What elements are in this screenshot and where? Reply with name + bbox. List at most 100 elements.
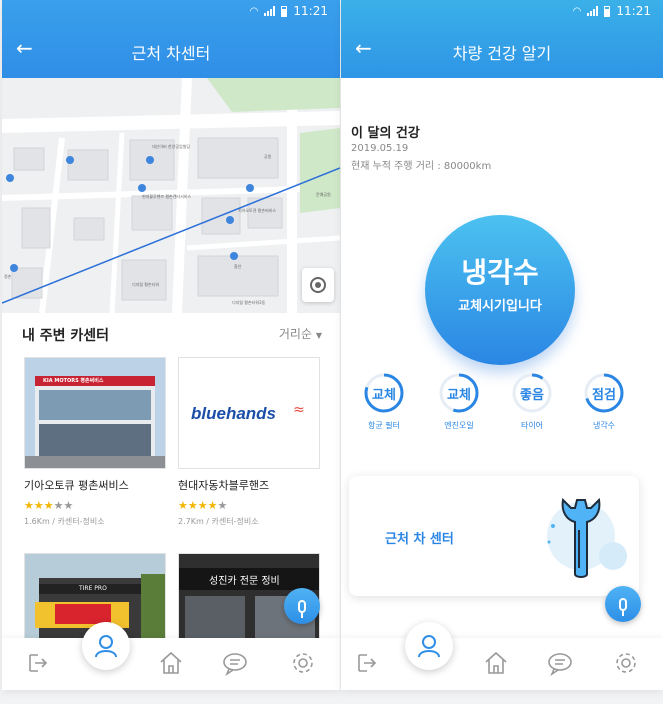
nearby-section-header: 내 주변 카센터 거리순 ▼ (2, 313, 340, 353)
car-center-card[interactable]: KIA MOTORS 평촌써비스 기아오토큐 평촌써비스 ★★★★★ 1.6Km… (24, 357, 166, 527)
voice-input-button[interactable] (605, 586, 641, 622)
tab-chat[interactable] (222, 650, 248, 677)
section-title: 내 주변 카센터 (22, 328, 110, 344)
screen-vehicle-health: ◠ 11:21 ← 차량 건강 알기 이 달의 건강 2019.05.19 현재… (341, 0, 663, 690)
sort-dropdown[interactable]: 거리순 ▼ (279, 325, 322, 342)
card-name: 기아오토큐 평촌써비스 (24, 479, 129, 492)
page-title: 근처 차센터 (131, 44, 211, 63)
card-name: 현대자동차블루핸즈 (178, 479, 270, 492)
signal-icon (264, 6, 276, 16)
bottom-tab-bar (341, 622, 663, 690)
user-icon (95, 635, 117, 658)
crosshair-icon (310, 277, 326, 293)
health-date: 2019.05.19 (351, 143, 409, 154)
wifi-icon: ◠ (572, 5, 582, 17)
svg-text:문예공원: 문예공원 (316, 191, 331, 197)
gauge-value: 점검 (592, 388, 616, 403)
gauge-ring: 점검 (583, 372, 625, 414)
status-main-text: 냉각수 (461, 256, 539, 289)
bluehands-logo: bluehands (191, 404, 277, 423)
card-meta: 1.6Km / 카센터-정비소 (24, 517, 105, 526)
screen-nearby-car-center: ◠ 11:21 ← 근처 차센터 대신아버 한양공업빌딩 현대블루핸즈 평촌렌터… (2, 0, 340, 690)
svg-text:대신아버 한양공업빌딩: 대신아버 한양공업빌딩 (152, 143, 190, 149)
rating-stars: ★★★★★ (24, 499, 74, 512)
battery-icon (604, 5, 611, 17)
tab-settings[interactable] (613, 650, 639, 676)
gauge-coolant[interactable]: 점검 냉각수 (581, 372, 627, 431)
gauge-value: 교체 (372, 388, 396, 403)
tab-profile[interactable] (405, 622, 453, 670)
tab-home[interactable] (158, 650, 184, 676)
bottom-tab-bar (2, 622, 340, 690)
svg-text:디지털 평촌타워: 디지털 평촌타워 (132, 281, 159, 287)
logout-icon (358, 654, 377, 672)
caret-down-icon: ▼ (315, 331, 322, 340)
app-header: ◠ 11:21 ← 차량 건강 알기 (341, 0, 663, 78)
status-time: 11:21 (616, 4, 651, 18)
chat-icon (548, 653, 572, 677)
gauge-label: 냉각수 (592, 421, 616, 430)
my-location-button[interactable] (302, 268, 334, 302)
wrench-icon (531, 486, 631, 590)
logout-icon (29, 654, 48, 672)
map-canvas: 대신아버 한양공업빌딩 현대블루핸즈 평촌렌터서비스 기아오토큐 평촌써비스 디… (2, 78, 340, 313)
rating-stars: ★★★★★ (178, 499, 228, 512)
gauge-tire[interactable]: 좋음 타이어 (509, 372, 555, 431)
gauge-ring: 좋음 (511, 372, 553, 414)
gauge-ring: 교체 (438, 372, 480, 414)
gauge-ring: 교체 (363, 372, 405, 414)
mileage-readout: 현재 누적 주행 거리 : 80000km (351, 161, 492, 172)
gauge-cabin-filter[interactable]: 교체 항균 필터 (361, 372, 407, 431)
gauge-value: 교체 (447, 388, 471, 403)
svg-text:공원: 공원 (264, 153, 272, 159)
nearby-center-card[interactable]: 근처 차 센터 (349, 476, 639, 596)
microphone-icon (619, 597, 627, 616)
status-circle[interactable]: 냉각수 교체시기입니다 (425, 215, 575, 365)
shop-sign-text: KIA MOTORS 평촌써비스 (43, 378, 104, 384)
chat-icon (223, 653, 247, 677)
signal-icon (587, 6, 599, 16)
card-meta: 2.7Km / 카센터-정비소 (178, 517, 259, 526)
health-heading: 이 달의 건강 (351, 126, 420, 141)
shop-sign-text: TIRE PRO (79, 585, 107, 592)
gauge-label: 항균 필터 (368, 421, 400, 430)
page-title: 차량 건강 알기 (452, 44, 552, 63)
user-icon (418, 635, 440, 658)
home-icon (485, 651, 507, 674)
logo-swoosh-icon: ≈ (293, 402, 305, 418)
status-bar: ◠ 11:21 (250, 4, 328, 18)
tab-settings[interactable] (290, 650, 316, 676)
tab-profile[interactable] (82, 622, 130, 670)
shop-sign-text: 성진카 전문 정비 (209, 576, 280, 587)
svg-text:현대블루핸즈 평촌렌터서비스: 현대블루핸즈 평촌렌터서비스 (142, 193, 191, 199)
tab-logout[interactable] (353, 650, 379, 676)
gauge-engine-oil[interactable]: 교체 엔진오일 (436, 372, 482, 431)
gear-icon (293, 653, 313, 673)
svg-text:기아오토큐 평촌써비스: 기아오토큐 평촌써비스 (238, 207, 276, 213)
battery-icon (281, 5, 288, 17)
status-time: 11:21 (293, 4, 328, 18)
nearby-center-label: 근처 차 센터 (385, 532, 454, 547)
gauge-label: 타이어 (520, 421, 544, 430)
svg-text:디지털 평촌타워3동: 디지털 평촌타워3동 (232, 299, 266, 305)
tab-chat[interactable] (547, 650, 573, 677)
wifi-icon: ◠ (249, 5, 259, 17)
microphone-icon (298, 599, 306, 618)
tab-logout[interactable] (24, 650, 50, 676)
status-bar: ◠ 11:21 (573, 4, 651, 18)
svg-text:흥안: 흥안 (234, 263, 242, 269)
app-header: ◠ 11:21 ← 근처 차센터 (2, 0, 340, 78)
car-center-card[interactable]: bluehands ≈ 현대자동차블루핸즈 ★★★★★ 2.7Km / 카센터-… (178, 357, 320, 527)
svg-text:정촌: 정촌 (4, 273, 12, 279)
gauge-value: 좋음 (520, 388, 544, 403)
car-center-logo: bluehands ≈ (178, 357, 320, 469)
home-icon (160, 651, 182, 674)
tab-home[interactable] (483, 650, 509, 676)
gear-icon (616, 653, 636, 673)
gauge-label: 엔진오일 (444, 421, 474, 430)
status-sub-text: 교체시기입니다 (458, 299, 542, 314)
map-view[interactable]: 대신아버 한양공업빌딩 현대블루핸즈 평촌렌터서비스 기아오토큐 평촌써비스 디… (2, 78, 340, 313)
car-center-photo: KIA MOTORS 평촌써비스 (24, 357, 166, 469)
voice-input-button[interactable] (284, 588, 320, 624)
sort-label: 거리순 (278, 327, 313, 341)
